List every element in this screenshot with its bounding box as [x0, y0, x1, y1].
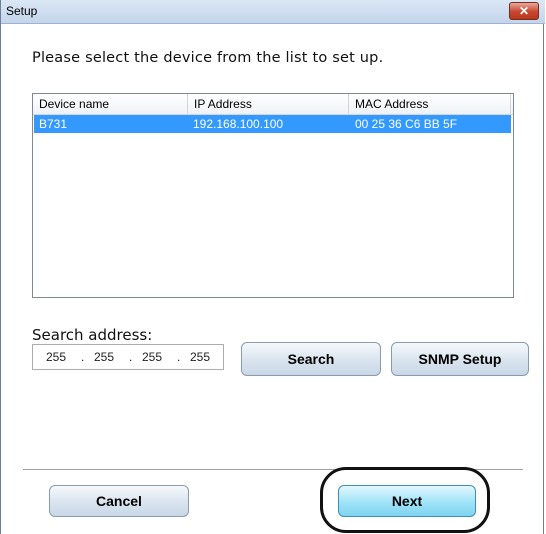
- setup-dialog: Setup ✕ Please select the device from th…: [0, 0, 545, 534]
- ip-dot-separator: .: [129, 350, 133, 364]
- device-list-header: Device name IP Address MAC Address: [33, 94, 513, 115]
- device-name-cell: B731: [39, 117, 68, 131]
- instruction-text: Please select the device from the list t…: [32, 50, 384, 66]
- search-address-input[interactable]: 255 . 255 . 255 . 255: [32, 344, 224, 370]
- title-bar: Setup ✕: [1, 0, 545, 24]
- column-header-ip-address[interactable]: IP Address: [188, 94, 349, 114]
- close-icon: ✕: [518, 4, 530, 18]
- ip-octet-3[interactable]: 255: [137, 350, 167, 364]
- search-button[interactable]: Search: [241, 342, 381, 376]
- window-title: Setup: [6, 4, 38, 18]
- snmp-setup-button[interactable]: SNMP Setup: [391, 342, 529, 376]
- close-button[interactable]: ✕: [509, 2, 539, 20]
- column-header-mac-address[interactable]: MAC Address: [349, 94, 511, 114]
- ip-dot-separator: .: [81, 350, 85, 364]
- device-row[interactable]: B731 192.168.100.100 00 25 36 C6 BB 5F: [34, 115, 511, 133]
- ip-octet-4[interactable]: 255: [185, 350, 215, 364]
- mac-address-cell: 00 25 36 C6 BB 5F: [355, 117, 458, 131]
- next-button-highlight-outline: [320, 467, 490, 533]
- cancel-button[interactable]: Cancel: [49, 485, 189, 517]
- ip-octet-1[interactable]: 255: [41, 350, 71, 364]
- ip-address-cell: 192.168.100.100: [193, 117, 284, 131]
- search-address-label: Search address:: [32, 326, 153, 344]
- device-list[interactable]: Device name IP Address MAC Address B731 …: [32, 93, 514, 298]
- ip-octet-2[interactable]: 255: [89, 350, 119, 364]
- ip-dot-separator: .: [177, 350, 181, 364]
- column-header-device-name[interactable]: Device name: [33, 94, 188, 114]
